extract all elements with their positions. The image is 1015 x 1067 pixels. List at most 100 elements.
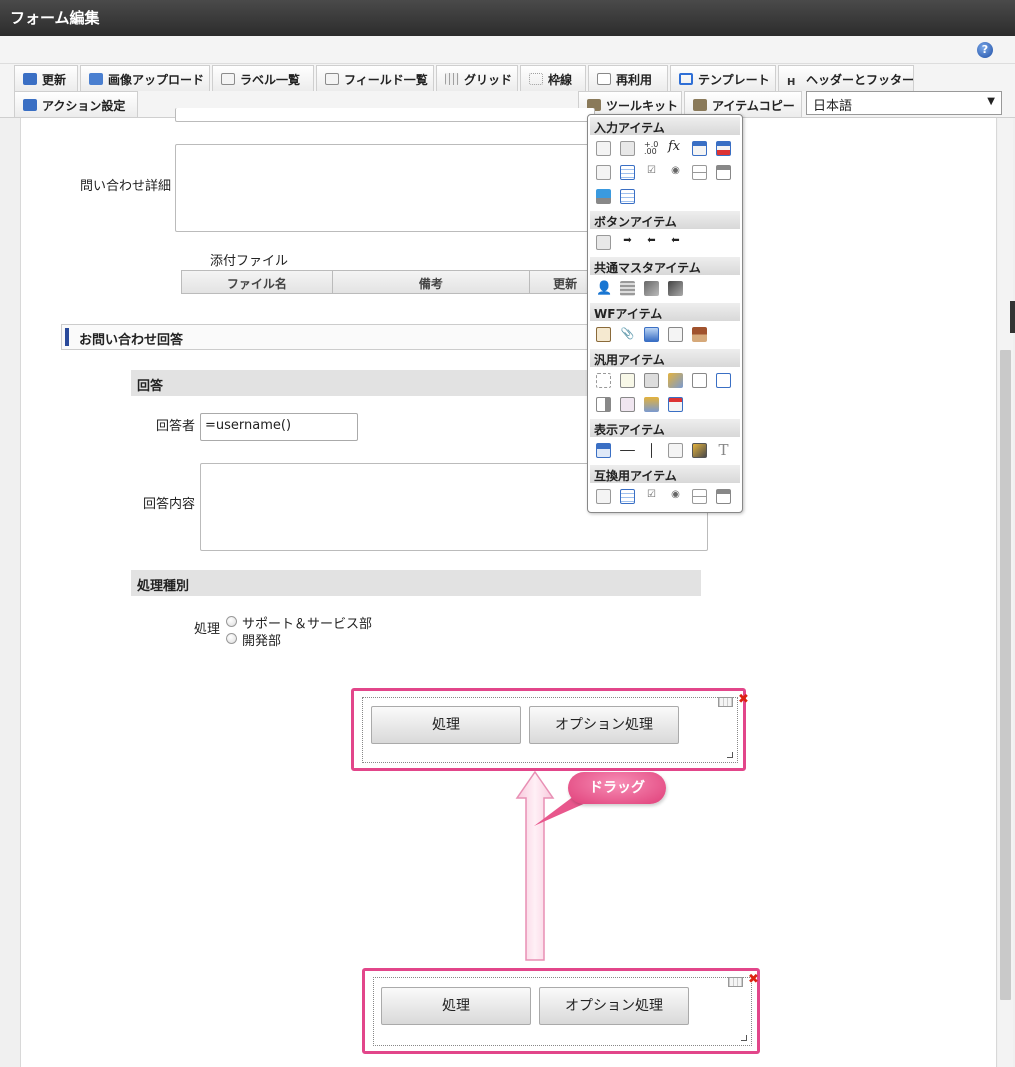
tab-action-settings[interactable]: アクション設定 (14, 91, 138, 117)
text-icon[interactable]: T (716, 441, 731, 459)
answer-subheader: 回答 (131, 370, 591, 396)
toolkit-section-wf: WFアイテム (590, 303, 740, 321)
radio-support-service[interactable] (226, 616, 237, 627)
doc-upload-icon[interactable] (692, 373, 707, 388)
grid-toggle-icon[interactable] (728, 977, 743, 987)
tab-field-list[interactable]: フィールド一覧 (316, 65, 434, 91)
table-icon[interactable] (716, 165, 731, 180)
radio-development[interactable] (226, 633, 237, 644)
attachment-label: 添付ファイル (210, 254, 289, 269)
user-icon[interactable]: 👤 (596, 281, 612, 296)
update-icon (23, 73, 37, 85)
compat-checkbox-icon[interactable]: ☑ (644, 489, 659, 504)
section-title: お問い合わせ回答 (79, 333, 184, 348)
date-icon[interactable] (692, 141, 707, 156)
tab-label: テンプレート (698, 73, 770, 87)
history-icon[interactable] (668, 327, 683, 342)
tab-template[interactable]: テンプレート (670, 65, 776, 91)
vertical-scrollbar[interactable] (998, 118, 1013, 1067)
inquiry-detail-textarea[interactable] (175, 144, 595, 232)
tab-update[interactable]: 更新 (14, 65, 78, 91)
number-icon[interactable]: +.0 .00 (644, 141, 659, 156)
spacer-icon[interactable] (596, 373, 611, 388)
stamp-icon[interactable] (692, 327, 707, 342)
tab-label-list[interactable]: ラベル一覧 (212, 65, 314, 91)
compat-radio-icon[interactable]: ◉ (668, 489, 683, 504)
clipboard-icon[interactable] (596, 327, 611, 342)
textbox-icon[interactable] (596, 141, 611, 156)
toolkit-section-input: 入力アイテム (590, 117, 740, 135)
tab-grid[interactable]: グリッド (436, 65, 518, 91)
upload-icon[interactable] (596, 189, 611, 204)
tree-icon[interactable] (644, 397, 659, 412)
scrollbar-thumb[interactable] (1000, 350, 1011, 1000)
toolkit-section-common-master: 共通マスタアイテム (590, 257, 740, 275)
process-button[interactable]: 処理 (371, 706, 521, 744)
compat-select-icon[interactable] (692, 489, 707, 504)
button-icon[interactable] (596, 235, 611, 250)
resize-handle-icon[interactable] (727, 752, 733, 758)
compat-dropdown-icon[interactable] (596, 489, 611, 504)
border-icon (529, 73, 543, 85)
process-button[interactable]: 処理 (381, 987, 531, 1025)
vertical-line-icon[interactable] (651, 443, 652, 458)
return-button-icon[interactable]: ⬅ (668, 235, 683, 250)
field-list-icon (325, 73, 339, 85)
panel-icon[interactable] (596, 397, 611, 412)
card-icon[interactable] (620, 397, 635, 412)
attachment-icon[interactable]: 📎 (620, 327, 635, 342)
tab-image-upload[interactable]: 画像アップロード (80, 65, 210, 91)
select-icon[interactable] (692, 165, 707, 180)
image-upload-icon (89, 73, 103, 85)
button-block-source[interactable]: ✖ 処理 オプション処理 (362, 968, 760, 1054)
organization-icon[interactable] (620, 281, 635, 296)
calendar-icon[interactable] (668, 397, 683, 412)
button-block-target[interactable]: ✖ 処理 オプション処理 (351, 688, 749, 771)
compat-listbox-icon[interactable] (620, 489, 635, 504)
multi-list-icon[interactable] (620, 189, 635, 204)
responder-input[interactable]: =username() (200, 413, 358, 441)
doc-download-icon[interactable] (716, 373, 731, 388)
toolkit-section-display: 表示アイテム (590, 419, 740, 437)
option-process-button[interactable]: オプション処理 (529, 706, 679, 744)
tab-header-footer[interactable]: H ヘッダーとフッター (778, 65, 914, 91)
option-process-button[interactable]: オプション処理 (539, 987, 689, 1025)
horizontal-line-icon[interactable] (620, 450, 635, 451)
checkbox-icon[interactable]: ☑ (644, 165, 659, 180)
process-label: 処理 (194, 622, 221, 637)
back-button-icon[interactable]: ⬅ (644, 235, 659, 250)
compat-table-icon[interactable] (716, 489, 731, 504)
box-icon[interactable] (668, 443, 683, 458)
previous-field-bottom[interactable] (175, 108, 595, 122)
language-select[interactable]: 日本語 ▼ (806, 91, 1002, 115)
resize-handle-icon[interactable] (741, 1035, 747, 1041)
tab-label: 更新 (42, 73, 67, 87)
textbox-label-icon[interactable] (620, 141, 635, 156)
date-range-icon[interactable] (716, 141, 731, 156)
role-icon[interactable] (668, 281, 683, 296)
listbox-icon[interactable] (620, 165, 635, 180)
tab-reuse[interactable]: 再利用 (588, 65, 668, 91)
radio-icon[interactable]: ◉ (668, 165, 683, 180)
document-icon[interactable] (620, 373, 635, 388)
heading-icon[interactable] (596, 443, 611, 458)
user-search-icon[interactable] (668, 373, 683, 388)
formula-icon[interactable]: fx (668, 139, 683, 154)
process-type-subheader: 処理種別 (131, 570, 701, 596)
picture-icon[interactable] (692, 443, 707, 458)
position-icon[interactable] (644, 281, 659, 296)
close-icon[interactable]: ✖ (748, 973, 760, 986)
camera-icon[interactable] (644, 373, 659, 388)
image-icon[interactable] (644, 327, 659, 342)
dropdown-icon[interactable] (596, 165, 611, 180)
close-icon[interactable]: ✖ (738, 693, 750, 706)
grid-toggle-icon[interactable] (718, 697, 733, 707)
tab-label: アイテムコピー (712, 99, 795, 113)
tab-label: 枠線 (548, 73, 573, 87)
reuse-icon (597, 73, 611, 85)
tab-label: ツールキット (606, 99, 679, 113)
tab-border[interactable]: 枠線 (520, 65, 586, 91)
next-button-icon[interactable]: ➡ (620, 235, 635, 250)
help-icon[interactable]: ? (977, 42, 993, 58)
grid-icon (445, 73, 459, 85)
